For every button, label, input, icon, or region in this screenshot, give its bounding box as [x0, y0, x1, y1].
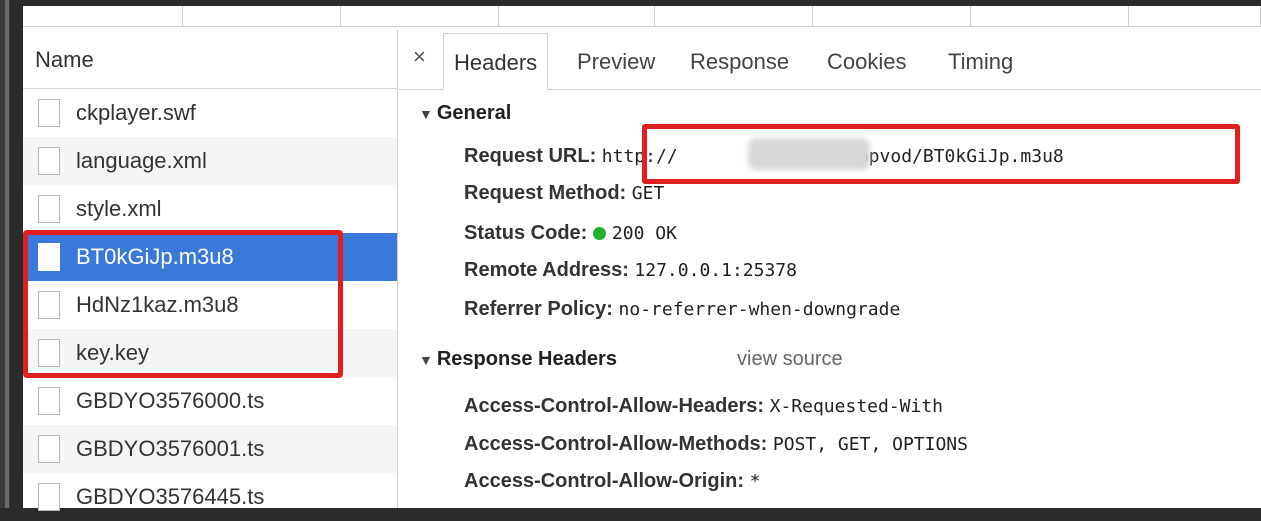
request-row[interactable]: key.key [23, 329, 397, 377]
tab-preview[interactable]: Preview [577, 33, 655, 90]
response-header-row: Access-Control-Allow-Origin: * [464, 470, 760, 493]
request-method-row: Request Method: GET [464, 182, 664, 205]
request-row-selected[interactable]: BT0kGiJp.m3u8 [23, 233, 397, 281]
header-key: Access-Control-Allow-Headers: [464, 395, 765, 417]
header-value: * [749, 471, 761, 492]
file-icon [38, 435, 60, 463]
file-icon [38, 339, 60, 367]
request-name: GBDYO3576001.ts [76, 436, 265, 461]
response-header-row: Access-Control-Allow-Headers: X-Requeste… [464, 395, 943, 418]
request-detail-pane: × Headers Preview Response Cookies Timin… [399, 30, 1261, 508]
left-frame [0, 0, 10, 508]
tab-response[interactable]: Response [690, 33, 789, 90]
tab-timing[interactable]: Timing [948, 33, 1013, 90]
general-title: General [436, 102, 512, 124]
referrer-policy-row: Referrer Policy: no-referrer-when-downgr… [464, 298, 900, 321]
request-row[interactable]: language.xml [23, 137, 397, 185]
request-row[interactable]: ckplayer.swf [23, 89, 397, 137]
frame-scrollbar[interactable] [5, 0, 9, 508]
file-icon [38, 195, 60, 223]
status-ok-icon [592, 227, 606, 240]
file-icon [38, 147, 60, 175]
request-name: ckplayer.swf [76, 100, 196, 125]
request-row[interactable]: HdNz1kaz.m3u8 [23, 281, 397, 329]
remote-address-row: Remote Address: 127.0.0.1:25378 [464, 259, 797, 282]
request-name: key.key [76, 340, 149, 365]
referrer-policy-label: Referrer Policy: [464, 298, 613, 320]
request-row[interactable]: GBDYO3576001.ts [23, 425, 397, 473]
triangle-down-icon: ▼ [419, 352, 433, 368]
response-headers-section-header[interactable]: ▼ Response Headers [419, 348, 617, 371]
triangle-down-icon: ▼ [419, 106, 433, 122]
request-method-value: GET [631, 183, 665, 204]
status-code-label: Status Code: [464, 222, 588, 244]
request-name: GBDYO3576445.ts [76, 484, 265, 509]
header-key: Access-Control-Allow-Origin: [464, 470, 745, 492]
file-icon [38, 387, 60, 415]
request-list: Name ckplayer.swf language.xml style.xml… [23, 30, 398, 511]
request-row[interactable]: GBDYO3576000.ts [23, 377, 397, 425]
header-key: Access-Control-Allow-Methods: [464, 433, 768, 455]
request-method-label: Request Method: [464, 182, 627, 204]
file-icon [38, 483, 60, 511]
request-name: language.xml [76, 148, 207, 173]
file-icon [38, 243, 60, 271]
detail-tab-bar: × Headers Preview Response Cookies Timin… [399, 30, 1261, 90]
request-row[interactable]: style.xml [23, 185, 397, 233]
tab-cookies[interactable]: Cookies [827, 33, 906, 90]
status-code-row: Status Code: 200 OK [464, 222, 677, 245]
referrer-policy-value: no-referrer-when-downgrade [618, 299, 901, 320]
header-value: POST, GET, OPTIONS [772, 434, 968, 455]
file-icon [38, 99, 60, 127]
general-section-header[interactable]: ▼ General [419, 102, 511, 125]
header-value: X-Requested-With [769, 396, 944, 417]
top-edge [23, 0, 1261, 6]
close-icon[interactable]: × [413, 44, 426, 70]
response-header-row: Access-Control-Allow-Methods: POST, GET,… [464, 433, 968, 456]
remote-address-value: 127.0.0.1:25378 [634, 260, 797, 281]
request-name: HdNz1kaz.m3u8 [76, 292, 239, 317]
view-source-link[interactable]: view source [737, 348, 843, 371]
redaction-blur [748, 138, 870, 170]
status-code-value: 200 OK [611, 223, 677, 244]
file-icon [38, 291, 60, 319]
request-url-label: Request URL: [464, 145, 597, 167]
request-name: style.xml [76, 196, 162, 221]
remote-address-label: Remote Address: [464, 259, 629, 281]
devtools-network-panel: Name ckplayer.swf language.xml style.xml… [23, 0, 1261, 511]
request-url-prefix: http:// [601, 146, 678, 167]
name-column-header[interactable]: Name [23, 30, 397, 89]
request-name: BT0kGiJp.m3u8 [76, 244, 234, 269]
response-headers-title: Response Headers [436, 348, 617, 370]
request-name: GBDYO3576000.ts [76, 388, 265, 413]
request-row[interactable]: GBDYO3576445.ts [23, 473, 397, 521]
tab-headers[interactable]: Headers [443, 33, 549, 90]
